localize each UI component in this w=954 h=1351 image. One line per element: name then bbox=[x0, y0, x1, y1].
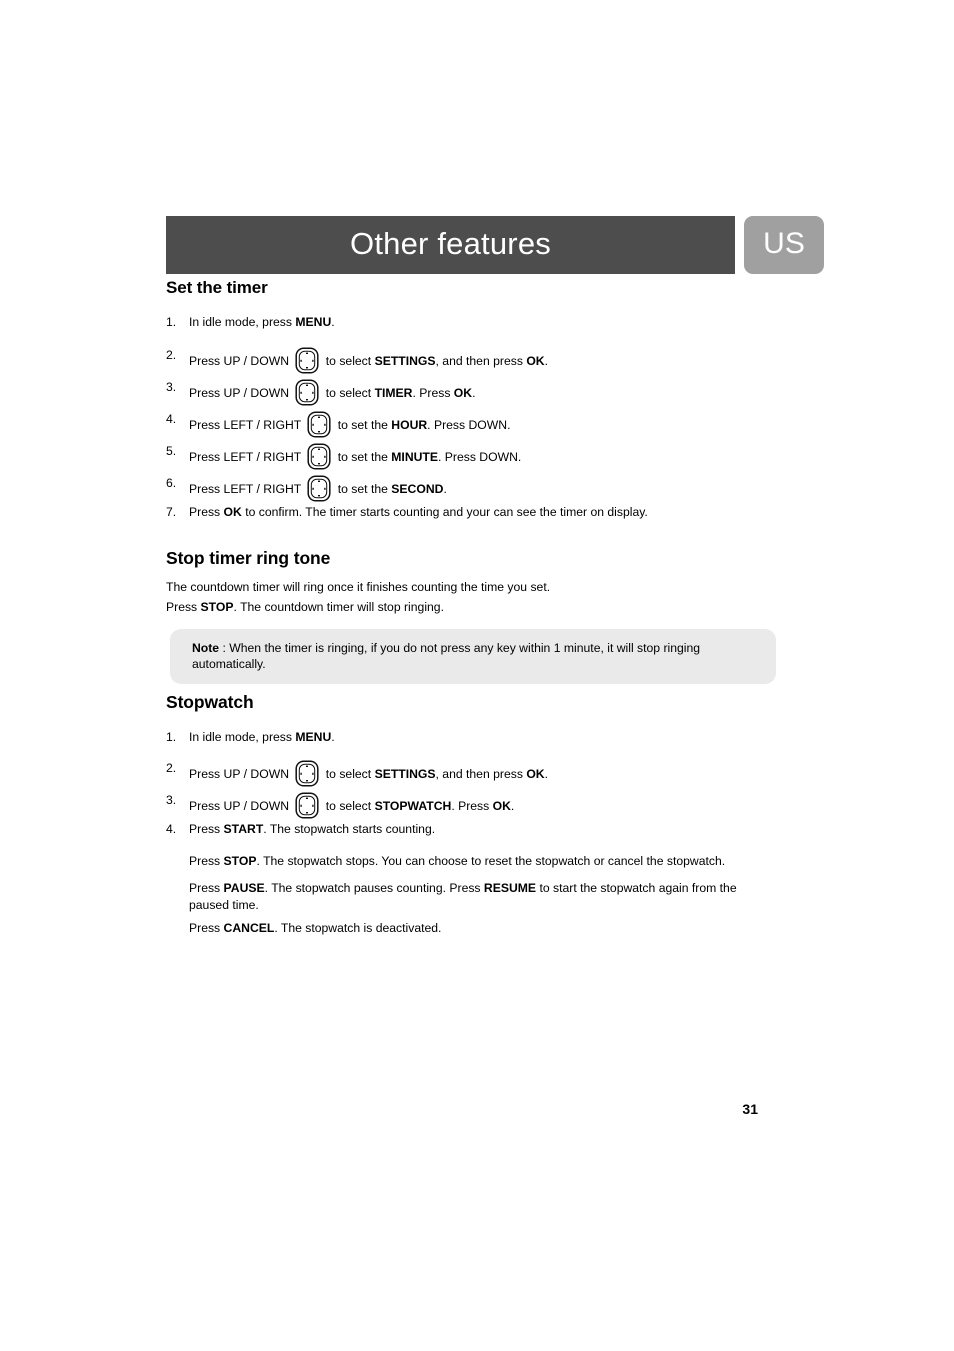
page-header: Other features US bbox=[166, 216, 824, 276]
note-box: Note : When the timer is ringing, if you… bbox=[170, 629, 776, 684]
step-item: 4. Press START. The stopwatch starts cou… bbox=[166, 821, 824, 838]
step-number: 6. bbox=[166, 476, 177, 490]
keyword: MINUTE bbox=[391, 450, 438, 464]
step-number: 4. bbox=[166, 822, 177, 836]
step-text: Press UP / DOWN to select SETTINGS, and … bbox=[189, 347, 824, 374]
keyword: RESUME bbox=[483, 881, 537, 895]
step-text: Press START. The stopwatch starts counti… bbox=[189, 822, 436, 836]
stop-ring-paragraph-2: Press STOP. The countdown timer will sto… bbox=[166, 600, 444, 614]
navigation-key-icon bbox=[295, 379, 319, 406]
step-text: Press UP / DOWN to select TIMER. Press O… bbox=[189, 379, 824, 406]
step-item: 5. Press LEFT / RIGHT to set the MINUTE.… bbox=[166, 443, 824, 470]
step-item: 2. Press UP / DOWN to select SETTINGS, a… bbox=[166, 760, 824, 787]
keyword: SECOND bbox=[391, 482, 444, 496]
step-number: 1. bbox=[166, 315, 177, 329]
keyword: CANCEL bbox=[223, 921, 275, 935]
keyword: STOP bbox=[200, 600, 234, 614]
step-item: 3. Press UP / DOWN to select STOPWATCH. … bbox=[166, 792, 824, 819]
step-number: 5. bbox=[166, 444, 177, 458]
note-text: : When the timer is ringing, if you do n… bbox=[192, 641, 701, 671]
step-text: Press UP / DOWN to select STOPWATCH. Pre… bbox=[189, 792, 824, 819]
step-number: 2. bbox=[166, 348, 177, 362]
language-badge-label: US bbox=[763, 226, 805, 260]
step-item: 4. Press LEFT / RIGHT to set the HOUR. P… bbox=[166, 411, 824, 438]
step-text: Press UP / DOWN to select SETTINGS, and … bbox=[189, 760, 824, 787]
step-item: 6. Press LEFT / RIGHT to set the SECOND. bbox=[166, 475, 824, 502]
step-item: 3. Press UP / DOWN to select TIMER. Pres… bbox=[166, 379, 824, 406]
keyword: STOP bbox=[223, 854, 257, 868]
step-number: 2. bbox=[166, 761, 177, 775]
keyword: OK bbox=[526, 767, 545, 781]
keyword: OK bbox=[223, 505, 242, 519]
keyword: TIMER bbox=[374, 386, 413, 400]
step-text: Press OK to confirm. The timer starts co… bbox=[189, 505, 648, 519]
step-item: 1. In idle mode, press MENU. bbox=[166, 314, 824, 331]
step-text: Press LEFT / RIGHT to set the SECOND. bbox=[189, 475, 824, 502]
navigation-key-icon bbox=[295, 760, 319, 787]
step-number: 4. bbox=[166, 412, 177, 426]
stop-ring-paragraph-1: The countdown timer will ring once it fi… bbox=[166, 580, 551, 594]
page-title: Other features bbox=[350, 226, 551, 261]
step-item: 1. In idle mode, press MENU. bbox=[166, 729, 824, 746]
step-text: Press LEFT / RIGHT to set the HOUR. Pres… bbox=[189, 411, 824, 438]
header-title-bar: Other features bbox=[166, 216, 735, 274]
stopwatch-paragraph: Press PAUSE. The stopwatch pauses counti… bbox=[189, 881, 737, 912]
keyword: HOUR bbox=[391, 418, 428, 432]
keyword: OK bbox=[492, 799, 511, 813]
keyword: START bbox=[223, 822, 264, 836]
navigation-key-icon bbox=[295, 792, 319, 819]
heading-stopwatch: Stopwatch bbox=[166, 692, 254, 712]
navigation-key-icon bbox=[307, 443, 331, 470]
step-item: 7. Press OK to confirm. The timer starts… bbox=[166, 504, 824, 521]
navigation-key-icon bbox=[307, 475, 331, 502]
navigation-key-icon bbox=[295, 347, 319, 374]
step-number: 7. bbox=[166, 505, 177, 519]
step-text: Press LEFT / RIGHT to set the MINUTE. Pr… bbox=[189, 443, 824, 470]
document-page: Other features US Set the timer 1. In id… bbox=[166, 0, 824, 1351]
navigation-key-icon bbox=[307, 411, 331, 438]
stopwatch-paragraph: Press STOP. The stopwatch stops. You can… bbox=[189, 854, 726, 868]
step-text: In idle mode, press MENU. bbox=[189, 315, 335, 329]
step-number: 3. bbox=[166, 793, 177, 807]
keyword: MENU bbox=[295, 315, 332, 329]
heading-stop-timer-ring-tone: Stop timer ring tone bbox=[166, 548, 331, 568]
keyword: SETTINGS bbox=[374, 767, 436, 781]
step-number: 1. bbox=[166, 730, 177, 744]
heading-set-the-timer: Set the timer bbox=[166, 278, 268, 297]
keyword: STOPWATCH bbox=[374, 799, 452, 813]
step-text: In idle mode, press MENU. bbox=[189, 730, 335, 744]
keyword: OK bbox=[526, 354, 545, 368]
page-number: 31 bbox=[742, 1101, 758, 1117]
step-item: 2. Press UP / DOWN to select SETTINGS, a… bbox=[166, 347, 824, 374]
keyword: OK bbox=[453, 386, 473, 400]
note-label: Note bbox=[192, 641, 220, 655]
keyword: MENU bbox=[295, 730, 332, 744]
step-number: 3. bbox=[166, 380, 177, 394]
keyword: SETTINGS bbox=[374, 354, 436, 368]
keyword: PAUSE bbox=[223, 881, 265, 895]
language-badge: US bbox=[744, 216, 824, 274]
stopwatch-paragraph: Press CANCEL. The stopwatch is deactivat… bbox=[189, 921, 442, 935]
